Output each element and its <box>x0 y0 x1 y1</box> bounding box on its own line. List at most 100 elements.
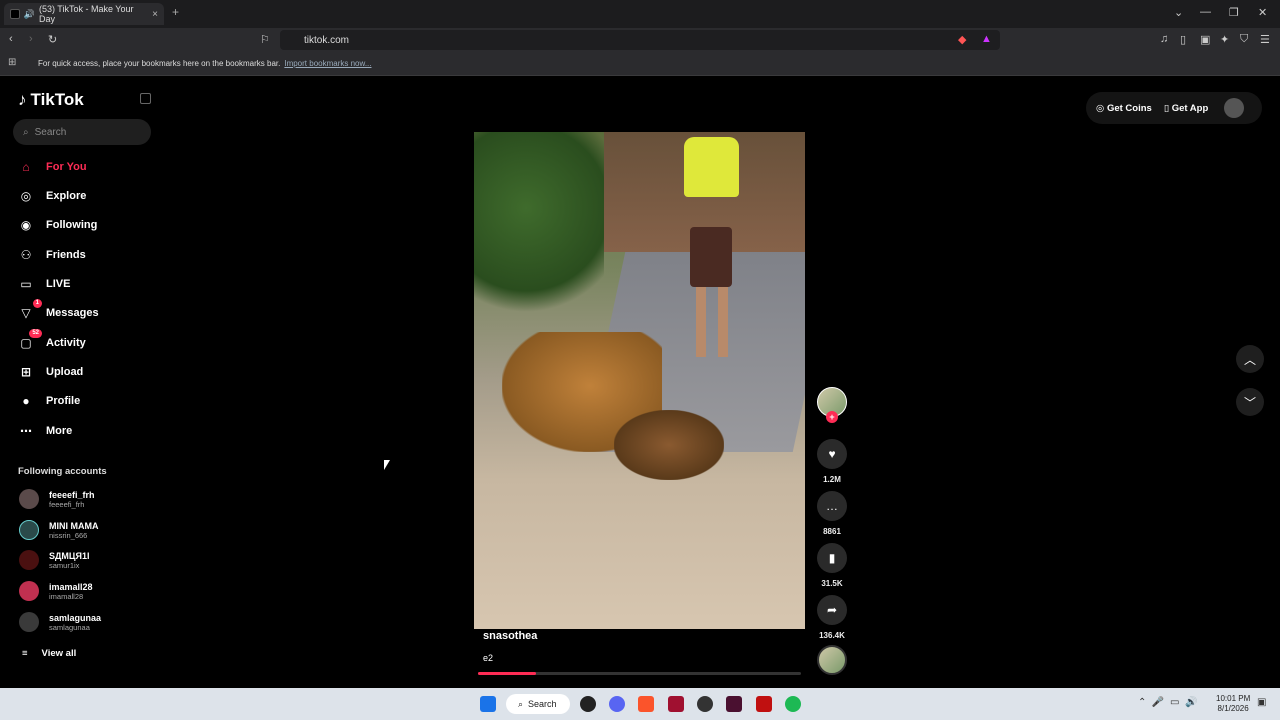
share-icon[interactable]: ➦ <box>817 595 847 625</box>
sidebar-icon[interactable]: ▯ <box>1180 33 1186 46</box>
browser-tab[interactable]: 🔊 (53) TikTok - Make Your Day × <box>4 3 164 25</box>
account-item[interactable]: feeeefi_frh feeeefi_frh <box>19 489 95 509</box>
activity-badge: 52 <box>29 329 42 338</box>
back-icon[interactable]: ‹ <box>9 33 13 45</box>
collapse-sidebar-icon[interactable] <box>140 93 151 104</box>
tab-close-icon[interactable]: × <box>152 9 158 20</box>
bookmarks-hint: For quick access, place your bookmarks h… <box>38 59 281 68</box>
tiktok-page: ♪ TikTok ⌕ Search ⌂ For You ◎ Explore ◉ … <box>0 76 1280 688</box>
upload-icon: ⊞ <box>20 365 32 379</box>
brave-icon[interactable] <box>638 696 654 712</box>
comment-count: 8861 <box>823 527 841 536</box>
nav-label: Explore <box>46 190 87 202</box>
system-tray[interactable]: ⌃ 🎤 ▭ 🔊 <box>1138 697 1197 708</box>
video-player[interactable] <box>474 132 805 629</box>
vpn-icon[interactable]: ⛉ <box>1240 33 1248 46</box>
browser-toolbar: ‹ › ↻ ⚐ tiktok.com ◆ ▲ ♫ ▯ ▣ ✦ ⛉ ☰ <box>0 28 1280 52</box>
app-icon[interactable] <box>756 696 772 712</box>
mouse-cursor-icon <box>384 460 390 470</box>
search-placeholder: Search <box>34 126 67 138</box>
nav-messages[interactable]: ▽ 1 Messages <box>18 299 99 321</box>
comment-action[interactable]: … 8861 <box>817 491 847 536</box>
avatar <box>19 550 39 570</box>
video-username[interactable]: snasothea <box>483 630 537 642</box>
tab-list-chevron-icon[interactable]: ⌄ <box>1174 6 1183 19</box>
get-app-label: Get App <box>1171 102 1209 114</box>
spotify-icon[interactable] <box>785 696 801 712</box>
apps-grid-icon[interactable]: ⊞ <box>8 57 16 68</box>
nav-label: Friends <box>46 249 86 261</box>
account-item[interactable]: imamall28 imamall28 <box>19 581 93 601</box>
follow-plus-icon[interactable]: + <box>826 411 838 423</box>
app-icon[interactable] <box>697 696 713 712</box>
account-item[interactable]: ЅДМЦЯ1І samur1ix <box>19 550 89 570</box>
nav-more[interactable]: ⋯ More <box>18 423 72 439</box>
get-coins-label: Get Coins <box>1106 102 1152 114</box>
nav-for-you[interactable]: ⌂ For You <box>18 159 86 175</box>
previous-video-chevron-up-icon[interactable]: ︿ <box>1236 345 1264 373</box>
comment-icon[interactable]: … <box>817 491 847 521</box>
account-handle: samur1ix <box>49 560 80 570</box>
user-avatar[interactable] <box>1224 98 1245 118</box>
notification-icon[interactable]: ▣ <box>1257 697 1266 708</box>
like-action[interactable]: ♥ 1.2M <box>817 439 847 484</box>
music-disc-icon[interactable] <box>817 645 847 675</box>
app-icon[interactable] <box>580 696 596 712</box>
minimize-icon[interactable]: — <box>1200 6 1211 18</box>
nav-live[interactable]: ▭ LIVE <box>18 276 70 292</box>
window-close-icon[interactable]: ✕ <box>1258 6 1267 19</box>
get-app-button[interactable]: ▯ Get App <box>1164 103 1208 114</box>
list-icon: ≡ <box>22 648 28 659</box>
account-handle: imamall28 <box>49 591 84 601</box>
leo-ai-icon[interactable]: ✦ <box>1220 33 1229 46</box>
import-bookmarks-link[interactable]: Import bookmarks now... <box>284 59 371 68</box>
brave-rewards-icon[interactable]: ▲ <box>981 33 992 45</box>
wallet-icon[interactable]: ▣ <box>1200 33 1210 46</box>
save-action[interactable]: ▮ 31.5K <box>817 543 847 588</box>
activity-icon: ▢ 52 <box>18 329 42 351</box>
account-item[interactable]: samlagunaa samlagunaa <box>19 612 101 632</box>
nav-explore[interactable]: ◎ Explore <box>18 188 87 204</box>
reload-icon[interactable]: ↻ <box>48 33 57 46</box>
more-icon: ⋯ <box>20 424 32 438</box>
view-all-button[interactable]: ≡ View all <box>22 648 76 659</box>
discord-icon[interactable] <box>609 696 625 712</box>
nav-label: More <box>46 425 73 437</box>
address-bar[interactable]: tiktok.com <box>280 30 1000 50</box>
app-icon[interactable] <box>726 696 742 712</box>
forward-icon[interactable]: › <box>29 33 33 45</box>
compass-icon: ◎ <box>20 189 32 203</box>
heart-icon[interactable]: ♥ <box>817 439 847 469</box>
following-icon: ◉ <box>20 218 32 232</box>
get-coins-button[interactable]: ◎ Get Coins <box>1096 103 1152 114</box>
taskbar-search[interactable]: ⌕ Search <box>506 694 570 714</box>
nav-label: LIVE <box>46 278 71 290</box>
windows-start-icon[interactable] <box>480 696 496 712</box>
tiktok-logo[interactable]: ♪ TikTok <box>18 90 84 110</box>
nav-following[interactable]: ◉ Following <box>18 217 98 233</box>
video-progress-bar[interactable] <box>478 672 801 675</box>
menu-icon[interactable]: ☰ <box>1260 33 1270 46</box>
nav-profile[interactable]: ● Profile <box>18 393 80 409</box>
tiktok-note-icon: ♪ <box>18 90 27 109</box>
app-icon[interactable] <box>668 696 684 712</box>
next-video-chevron-down-icon[interactable]: ﹀ <box>1236 388 1264 416</box>
search-input[interactable]: ⌕ Search <box>13 119 151 145</box>
account-item[interactable]: MINI MAMA nissrin_666 <box>19 520 99 540</box>
taskbar-clock[interactable]: 10:01 PM 8/1/2026 <box>1216 694 1250 714</box>
brave-shield-icon[interactable]: ◆ <box>958 33 966 46</box>
account-name: ЅДМЦЯ1І <box>49 550 90 561</box>
bookmark-icon[interactable]: ⚐ <box>260 33 270 46</box>
new-tab-icon[interactable]: + <box>172 5 179 19</box>
nav-upload[interactable]: ⊞ Upload <box>18 364 83 380</box>
media-icon[interactable]: ♫ <box>1160 33 1168 45</box>
nav-friends[interactable]: ⚇ Friends <box>18 247 86 263</box>
video-description: e2 <box>483 653 494 663</box>
nav-activity[interactable]: ▢ 52 Activity <box>18 329 86 351</box>
bookmark-save-icon[interactable]: ▮ <box>817 543 847 573</box>
logo-text: TikTok <box>30 90 84 109</box>
top-actions: ◎ Get Coins ▯ Get App <box>1086 92 1262 124</box>
account-name: feeeefi_frh <box>49 489 95 500</box>
maximize-icon[interactable]: ❐ <box>1229 6 1239 19</box>
share-action[interactable]: ➦ 136.4K <box>817 595 847 640</box>
